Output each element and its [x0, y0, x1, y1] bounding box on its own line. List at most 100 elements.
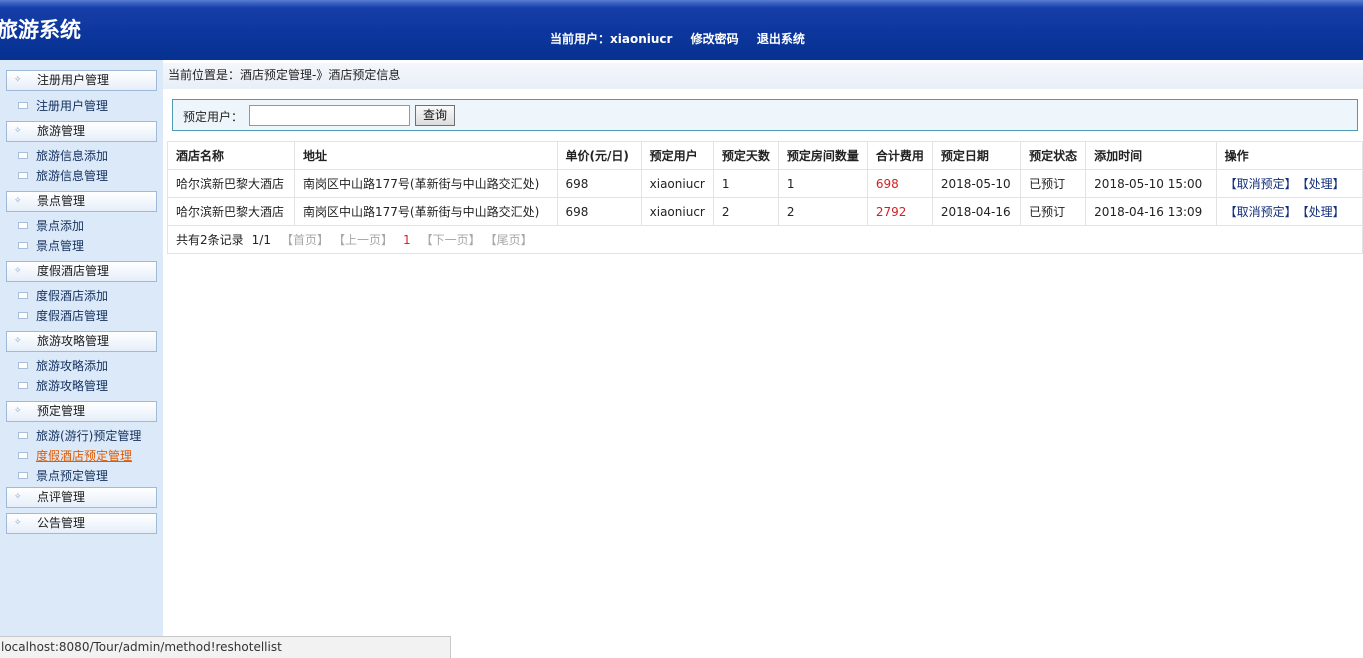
menu-group-scenic[interactable]: ✧ 景点管理	[6, 191, 157, 212]
cancel-booking-link[interactable]: 【取消预定】	[1225, 205, 1297, 219]
menu-item-travel-manage[interactable]: 旅游信息管理	[18, 167, 108, 185]
header-nav: 当前用户：xiaoniucr 修改密码 退出系统	[550, 30, 819, 47]
expand-icon: ✧	[14, 266, 22, 276]
column-header: 预定用户	[640, 141, 714, 170]
booking-date: 2018-04-16	[931, 197, 1022, 226]
column-header: 预定天数	[712, 141, 779, 170]
bullet-icon	[18, 472, 28, 479]
last-page-link[interactable]: 【尾页】	[491, 233, 533, 247]
current-user-name: xiaoniucr	[610, 32, 673, 46]
table-header-row: 酒店名称 地址 单价(元/日) 预定用户 预定天数 预定房间数量 合计费用 预定…	[166, 141, 1363, 170]
menu-item-guide-add[interactable]: 旅游攻略添加	[18, 357, 108, 375]
cancel-booking-link[interactable]: 【取消预定】	[1225, 177, 1297, 191]
column-header: 添加时间	[1085, 141, 1217, 170]
pager-row: 共有2条记录 1/1 【首页】 【上一页】 1 【下一页】 【尾页】	[167, 225, 1363, 254]
room-count: 2	[777, 197, 868, 226]
expand-icon: ✧	[14, 75, 22, 85]
expand-icon: ✧	[14, 336, 22, 346]
top-header: 旅游系统 当前用户：xiaoniucr 修改密码 退出系统	[0, 0, 1363, 60]
search-bar: 预定用户： 查询	[172, 99, 1358, 131]
bullet-icon	[18, 222, 28, 229]
booking-date: 2018-05-10	[931, 169, 1022, 198]
room-count: 1	[777, 169, 868, 198]
menu-group-travel[interactable]: ✧ 旅游管理	[6, 121, 157, 142]
hotel-address: 南岗区中山路177号(革新街与中山路交汇处)	[294, 197, 558, 226]
menu-item-guide-manage[interactable]: 旅游攻略管理	[18, 377, 108, 395]
process-link[interactable]: 【处理】	[1303, 205, 1345, 219]
booking-status: 已预订	[1020, 169, 1087, 198]
pagination: 共有2条记录 1/1 【首页】 【上一页】 1 【下一页】 【尾页】	[167, 225, 1363, 254]
menu-item-travel-add[interactable]: 旅游信息添加	[18, 147, 108, 165]
menu-group-registered-users[interactable]: ✧ 注册用户管理	[6, 70, 157, 91]
current-page[interactable]: 1	[403, 233, 411, 247]
menu-item-scenic-add[interactable]: 景点添加	[18, 217, 84, 235]
booking-user: xiaoniucr	[640, 169, 714, 198]
expand-icon: ✧	[14, 518, 22, 528]
column-header: 合计费用	[866, 141, 933, 170]
menu-group-guide[interactable]: ✧ 旅游攻略管理	[6, 331, 157, 352]
bullet-icon	[18, 362, 28, 369]
expand-icon: ✧	[14, 406, 22, 416]
total-cost: 2792	[866, 197, 933, 226]
menu-item-travel-booking[interactable]: 旅游(游行)预定管理	[18, 427, 141, 445]
expand-icon: ✧	[14, 126, 22, 136]
bullet-icon	[18, 452, 28, 459]
booking-days: 1	[712, 169, 779, 198]
process-link[interactable]: 【处理】	[1303, 177, 1345, 191]
menu-item-scenic-booking[interactable]: 景点预定管理	[18, 467, 108, 485]
booking-table: 酒店名称 地址 单价(元/日) 预定用户 预定天数 预定房间数量 合计费用 预定…	[166, 141, 1363, 254]
menu-item-hotel-add[interactable]: 度假酒店添加	[18, 287, 108, 305]
prev-page-link[interactable]: 【上一页】	[339, 233, 393, 247]
menu-item-hotel-booking[interactable]: 度假酒店预定管理	[18, 447, 132, 465]
added-time: 2018-05-10 15:00	[1085, 169, 1217, 198]
menu-group-notice[interactable]: ✧ 公告管理	[6, 513, 157, 534]
column-header: 预定日期	[931, 141, 1022, 170]
bullet-icon	[18, 382, 28, 389]
menu-item-scenic-manage[interactable]: 景点管理	[18, 237, 84, 255]
search-label: 预定用户：	[183, 110, 244, 124]
hotel-name: 哈尔滨新巴黎大酒店	[166, 169, 296, 198]
sidebar: ✧ 注册用户管理 注册用户管理 ✧ 旅游管理 旅游信息添加 旅游信息管理 ✧ 景点管理…	[0, 60, 163, 658]
next-page-link[interactable]: 【下一页】	[421, 233, 481, 247]
logout-link[interactable]: 退出系统	[757, 32, 805, 46]
expand-icon: ✧	[14, 492, 22, 502]
bullet-icon	[18, 432, 28, 439]
table-row: 哈尔滨新巴黎大酒店 南岗区中山路177号(革新街与中山路交汇处) 698 xia…	[166, 169, 1363, 198]
column-header: 单价(元/日)	[556, 141, 642, 170]
record-count: 共有2条记录	[176, 233, 244, 247]
menu-item-hotel-manage[interactable]: 度假酒店管理	[18, 307, 108, 325]
column-header: 酒店名称	[166, 141, 296, 170]
change-password-link[interactable]: 修改密码	[691, 32, 739, 46]
breadcrumb: 当前位置是：酒店预定管理-》酒店预定信息	[163, 63, 1363, 89]
menu-item-registered-users-manage[interactable]: 注册用户管理	[18, 97, 108, 115]
column-header: 预定房间数量	[777, 141, 868, 170]
booking-status: 已预订	[1020, 197, 1087, 226]
bullet-icon	[18, 102, 28, 109]
expand-icon: ✧	[14, 196, 22, 206]
booking-user: xiaoniucr	[640, 197, 714, 226]
browser-status-bar: localhost:8080/Tour/admin/method!reshote…	[0, 636, 451, 658]
column-header: 操作	[1215, 141, 1363, 170]
hotel-address: 南岗区中山路177号(革新街与中山路交汇处)	[294, 169, 558, 198]
menu-group-booking[interactable]: ✧ 预定管理	[6, 401, 157, 422]
unit-price: 698	[556, 169, 642, 198]
current-user-label: 当前用户：	[550, 32, 611, 46]
row-actions: 【取消预定】 【处理】	[1215, 169, 1363, 198]
total-cost: 698	[866, 169, 933, 198]
page-indicator: 1/1	[251, 233, 271, 247]
first-page-link[interactable]: 【首页】	[281, 233, 329, 247]
column-header: 地址	[294, 141, 558, 170]
app-title: 旅游系统	[0, 18, 81, 42]
menu-group-review[interactable]: ✧ 点评管理	[6, 487, 157, 508]
bullet-icon	[18, 292, 28, 299]
bullet-icon	[18, 172, 28, 179]
booking-days: 2	[712, 197, 779, 226]
hotel-name: 哈尔滨新巴黎大酒店	[166, 197, 296, 226]
menu-group-hotel[interactable]: ✧ 度假酒店管理	[6, 261, 157, 282]
unit-price: 698	[556, 197, 642, 226]
search-button[interactable]: 查询	[415, 105, 455, 126]
row-actions: 【取消预定】 【处理】	[1215, 197, 1363, 226]
booking-user-input[interactable]	[249, 105, 410, 126]
added-time: 2018-04-16 13:09	[1085, 197, 1217, 226]
table-row: 哈尔滨新巴黎大酒店 南岗区中山路177号(革新街与中山路交汇处) 698 xia…	[166, 197, 1363, 226]
